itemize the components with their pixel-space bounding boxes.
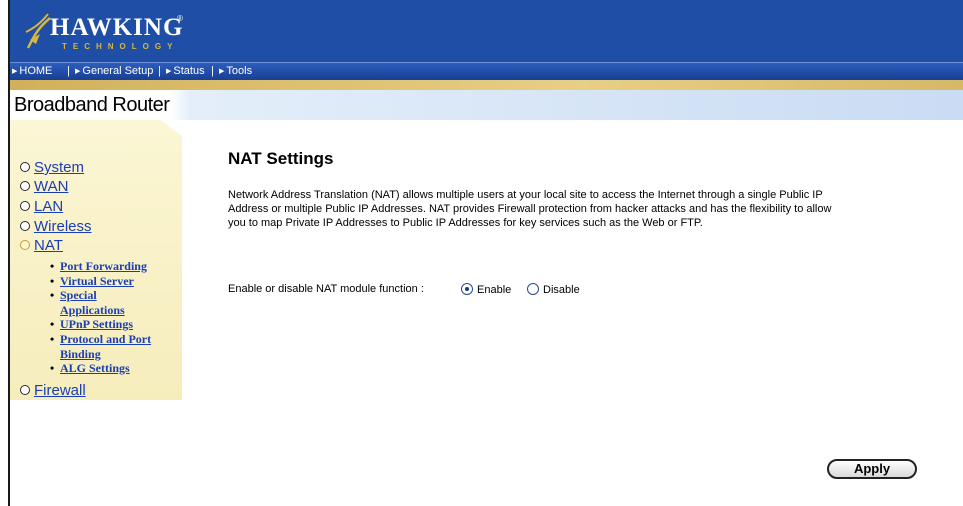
nav-tools[interactable]: ▶ Tools (219, 65, 252, 77)
sidebar-item-label: System (34, 159, 85, 176)
left-frame (0, 0, 8, 506)
nav-tools-label: Tools (226, 65, 253, 77)
product-title: Broadband Router (14, 94, 170, 116)
sidebar-item-wan[interactable]: WAN (20, 178, 68, 195)
sidebar-item-wireless[interactable]: Wireless (20, 218, 92, 235)
sidebar-item-lan[interactable]: LAN (20, 198, 63, 215)
header-banner: HAWKING ® TECHNOLOGY (10, 0, 963, 62)
bullet-icon: • (50, 331, 55, 346)
page-title: NAT Settings (228, 149, 334, 168)
bullet-icon: • (50, 317, 55, 332)
submenu-label: ALG Settings (60, 361, 130, 376)
submenu-item-port-forwarding[interactable]: • Port Forwarding (50, 259, 151, 274)
sidebar-item-label: LAN (34, 198, 64, 215)
sidebar-item-label: Firewall (34, 382, 86, 399)
submenu-item-protocol-port-binding-cont[interactable]: Binding (60, 347, 151, 362)
submenu-label: Port Forwarding (60, 259, 147, 273)
radio-unselected-icon (527, 283, 539, 295)
product-titlebar: Broadband Router (10, 90, 963, 120)
nav-general-setup[interactable]: ▶ General Setup (75, 65, 153, 77)
submenu-label: Protocol and Port (60, 331, 152, 346)
nat-enable-radio[interactable]: Enable (461, 281, 511, 296)
disable-label: Disable (543, 284, 580, 296)
hawking-logo: HAWKING ® TECHNOLOGY (24, 10, 194, 56)
bullet-icon: • (50, 288, 55, 303)
submenu-item-virtual-server[interactable]: • Virtual Server (50, 273, 151, 289)
nav-status-label: Status (173, 65, 205, 77)
nav-separator: | (158, 65, 161, 77)
arrow-right-icon: ▶ (12, 68, 18, 75)
radio-circle-icon (20, 162, 30, 172)
sidebar-item-nat[interactable]: NAT (20, 237, 63, 254)
apply-button[interactable]: Apply (827, 459, 917, 479)
nat-submenu: • Port Forwarding • Virtual Server • Specia… (50, 259, 152, 376)
arrow-right-icon: ▶ (75, 68, 81, 75)
brand-subtitle: TECHNOLOGY (62, 42, 179, 51)
description-line: Address or multiple Public IP Addresses.… (228, 202, 832, 215)
enable-label: Enable (477, 284, 512, 296)
submenu-label: Special (60, 288, 97, 303)
top-navbar: ▶ HOME | ▶ General Setup | ▶ Status | ▶ Tool… (10, 62, 963, 80)
arrow-right-icon: ▶ (166, 68, 172, 75)
nav-status[interactable]: ▶ Status (166, 65, 205, 77)
submenu-item-protocol-port-binding[interactable]: • Protocol and Port (50, 331, 152, 347)
submenu-label: UPnP Settings (60, 317, 134, 332)
description-line: Network Address Translation (NAT) allows… (228, 189, 823, 201)
nat-module-label: Enable or disable NAT module function : (228, 283, 424, 295)
arrow-right-icon: ▶ (219, 68, 225, 75)
submenu-label: Binding (60, 346, 101, 361)
nav-separator: | (67, 65, 70, 77)
nat-description: Network Address Translation (NAT) allows… (228, 189, 928, 230)
registered-mark: ® (177, 14, 183, 23)
submenu-item-upnp-settings[interactable]: • UPnP Settings (50, 317, 151, 332)
nav-separator: | (211, 65, 214, 77)
bullet-icon: • (50, 273, 55, 288)
submenu-label: Virtual Server (60, 273, 134, 288)
submenu-item-special-applications[interactable]: • Special (50, 288, 151, 303)
description-line: you to map Private IP Addresses to Publi… (228, 216, 703, 229)
sidebar-item-system[interactable]: System (20, 159, 84, 176)
radio-circle-icon (20, 181, 30, 191)
nav-general-setup-label: General Setup (82, 65, 154, 77)
sidebar-item-label: NAT (34, 237, 63, 254)
sidebar-item-label: Wireless (34, 218, 92, 235)
hawk-wing-icon (25, 13, 51, 49)
submenu-label: Applications (60, 302, 125, 317)
brand-name: HAWKING (50, 14, 184, 41)
nat-disable-radio[interactable]: Disable (527, 281, 580, 296)
radio-circle-icon (20, 240, 30, 250)
sidebar-item-firewall[interactable]: Firewall (20, 382, 86, 399)
nav-home[interactable]: ▶ HOME (12, 65, 52, 77)
submenu-item-special-applications-cont[interactable]: Applications (60, 303, 151, 318)
bullet-icon: • (50, 361, 55, 376)
radio-selected-icon (461, 283, 473, 295)
radio-circle-icon (20, 221, 30, 231)
radio-circle-icon (20, 201, 30, 211)
radio-circle-icon (20, 385, 30, 395)
nav-home-label: HOME (19, 65, 53, 77)
submenu-item-alg-settings[interactable]: • ALG Settings (50, 361, 151, 376)
bullet-icon: • (50, 259, 55, 273)
sidebar-item-label: WAN (34, 178, 69, 195)
sidebar-notch (160, 120, 182, 136)
gold-divider (10, 80, 963, 90)
